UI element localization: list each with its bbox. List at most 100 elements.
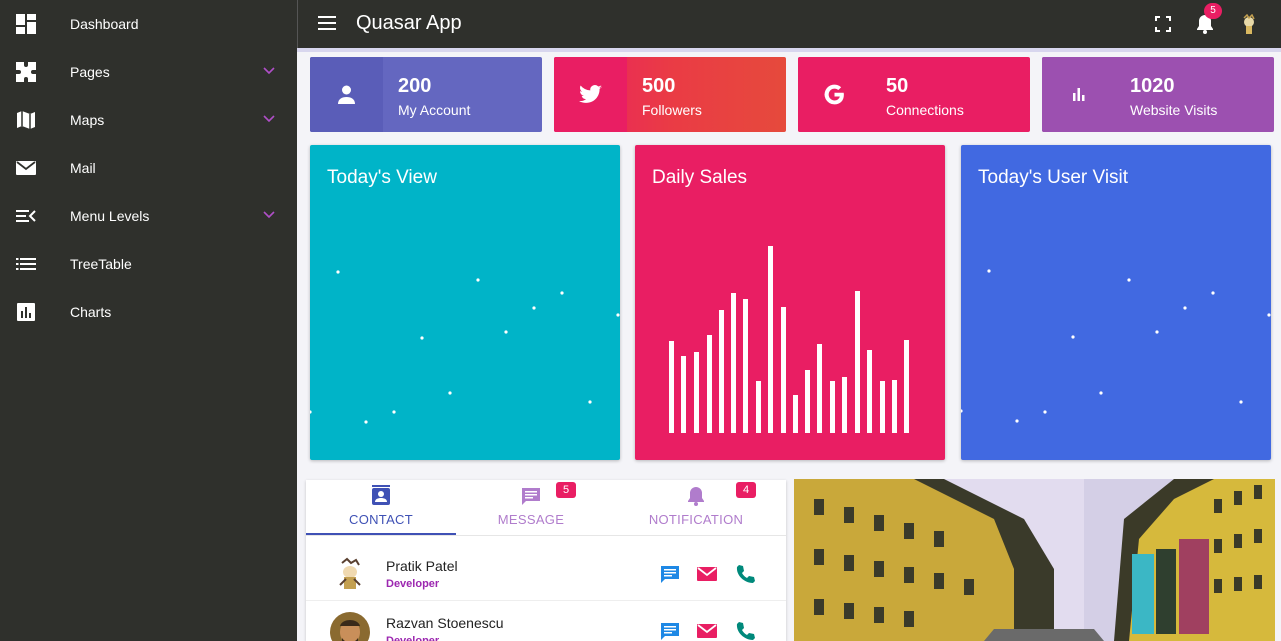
chevron-down-icon [263,67,275,75]
chart-point [1015,419,1019,423]
chart-bar [817,344,822,433]
bar-chart [669,246,909,433]
tab-contact[interactable]: CONTACT [306,480,456,534]
google-icon [824,84,844,105]
list-icon [16,258,36,270]
stat-icon-box [1042,57,1115,132]
stat-card-my-account[interactable]: 200 My Account [310,57,542,132]
person-icon [338,85,355,104]
sidebar-item-label: Mail [70,160,96,176]
bar-chart-icon [1073,88,1085,101]
chart-point [560,291,564,295]
menu-open-icon [16,210,36,222]
card-title: Daily Sales [652,167,748,188]
chart-point [448,391,452,395]
contact-row[interactable]: Pratik Patel Developer [306,545,786,601]
sidebar-item-label: Dashboard [70,16,139,32]
street-photo [794,479,1275,641]
chart-point [504,330,508,334]
sidebar-item-label: Pages [70,64,110,80]
chart-point [1071,335,1075,339]
tab-badge: 4 [736,482,756,498]
chart-bar [880,381,885,433]
chart-point [476,278,480,282]
chart-bar [892,380,897,433]
contact-name: Razvan Stoenescu [386,615,504,631]
chart-point [420,336,424,340]
stat-label: Followers [642,102,702,118]
tab-label: NOTIFICATION [648,512,744,527]
fullscreen-icon[interactable] [1153,14,1173,34]
sidebar-item-menu-levels[interactable]: Menu Levels [0,192,297,240]
message-icon[interactable] [659,620,681,641]
chart-point [616,313,620,317]
sidebar-item-label: Charts [70,304,112,320]
card-daily-sales: Daily Sales [635,145,945,460]
chart-bar [904,340,909,433]
map-icon [17,111,35,129]
sidebar-item-maps[interactable]: Maps [0,96,297,144]
stat-card-followers[interactable]: 500 Followers [554,57,786,132]
stat-value: 200 [398,75,432,97]
user-avatar-icon[interactable] [1238,14,1260,36]
stat-value: 1020 [1130,75,1175,97]
contact-role: Developer [386,578,440,590]
mail-icon[interactable] [696,620,718,641]
sidebar-item-pages[interactable]: Pages [0,48,297,96]
chart-point [336,270,340,274]
message-icon[interactable] [659,563,681,585]
chart-bar [781,307,786,433]
contact-row[interactable]: Razvan Stoenescu Developer [306,602,786,641]
pages-icon [16,62,36,82]
chart-point [364,420,368,424]
chart-point [1099,391,1103,395]
tabs-divider [306,535,786,536]
chart-bar [743,299,748,433]
stat-value: 50 [886,75,909,97]
contact-name: Pratik Patel [386,558,458,574]
tab-message[interactable]: MESSAGE 5 [456,480,606,534]
sidebar-item-treetable[interactable]: TreeTable [0,240,297,288]
notification-badge: 5 [1204,3,1222,19]
mail-icon[interactable] [696,563,718,585]
tab-badge: 5 [556,482,576,498]
sidebar-item-charts[interactable]: Charts [0,288,297,336]
chart-point [1127,278,1131,282]
sidebar-item-label: Maps [70,112,105,128]
chart-bar [756,381,761,433]
contact-role: Developer [386,635,440,641]
chart-point [1043,410,1047,414]
app-title: Quasar App [356,12,462,34]
chart-bar [867,350,872,433]
chart-point [1183,306,1187,310]
chart-bar [793,395,798,433]
avatar [330,612,370,641]
stat-label: Website Visits [1130,102,1218,118]
avatar [330,555,370,595]
chart-bar [855,291,860,433]
chart-bar [694,352,699,433]
chart-bar [768,246,773,433]
chart-bar [669,341,674,433]
phone-icon[interactable] [734,620,756,641]
phone-icon[interactable] [734,563,756,585]
sidebar-item-mail[interactable]: Mail [0,144,297,192]
sidebar-item-dashboard[interactable]: Dashboard [0,0,297,48]
hamburger-menu-icon[interactable] [318,15,336,31]
scatter-chart [310,270,620,424]
tab-notification[interactable]: NOTIFICATION 4 [621,480,771,534]
stat-card-connections[interactable]: 50 Connections [798,57,1030,132]
stat-card-website-visits[interactable]: 1020 Website Visits [1042,57,1274,132]
sidebar-item-label: TreeTable [70,256,132,272]
contact-icon [372,485,390,505]
stat-icon-box [798,57,871,132]
header-divider [297,48,1281,52]
chevron-down-icon [263,115,275,123]
chart-bar [805,370,810,433]
chart-bar [731,293,736,433]
card-todays-user-visit: Today's User Visit [961,145,1271,460]
chart-point [532,306,536,310]
stat-label: My Account [398,102,471,118]
chart-point [392,410,396,414]
chart-bar [830,381,835,433]
